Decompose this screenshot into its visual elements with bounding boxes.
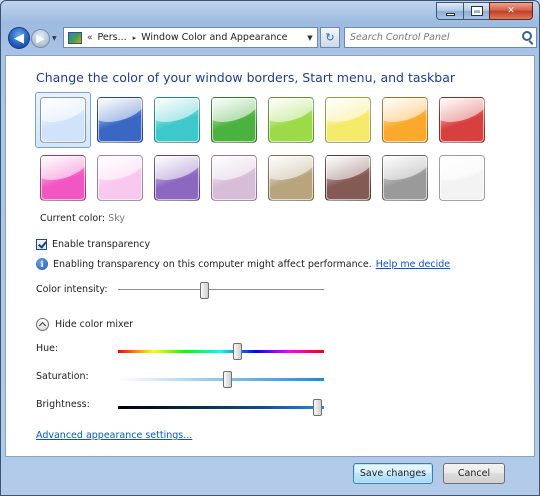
dialog-button-bar: Save changes Cancel (1, 457, 539, 495)
recent-pages-dropdown[interactable]: ▼ (52, 35, 57, 42)
color-swatch-twilight[interactable] (97, 97, 143, 143)
caption-buttons: ✕ (436, 2, 533, 20)
checkbox-checked-icon[interactable] (36, 239, 47, 250)
search-input[interactable] (345, 28, 515, 47)
refresh-icon: ↻ (325, 31, 335, 44)
color-swatch-violet[interactable] (154, 155, 200, 201)
info-icon: i (36, 258, 48, 270)
hue-track[interactable] (118, 350, 324, 353)
swatch-fill (40, 97, 86, 143)
color-intensity-label: Color intensity: (36, 284, 108, 295)
control-panel-icon (68, 31, 82, 44)
refresh-button[interactable]: ↻ (320, 27, 340, 48)
address-bar[interactable]: « Pers... ▸ Window Color and Appearance … (63, 27, 318, 48)
color-swatch-taupe[interactable] (268, 155, 314, 201)
color-intensity-track[interactable] (118, 290, 324, 291)
swatch-fill (97, 97, 143, 143)
swatch-fill (154, 155, 200, 201)
search-box[interactable] (344, 27, 537, 48)
swatch-fill (154, 97, 200, 143)
current-color-label: Current color: (40, 213, 106, 224)
back-button[interactable]: ◀ (8, 27, 30, 49)
enable-transparency-label[interactable]: Enable transparency (52, 239, 150, 250)
brightness-track[interactable] (118, 406, 324, 409)
info-text: Enabling transparency on this computer m… (53, 258, 372, 270)
swatch-fill (268, 155, 314, 201)
hue-slider-thumb[interactable] (232, 343, 242, 360)
maximize-icon (471, 7, 482, 15)
hide-color-mixer-toggle[interactable]: Hide color mixer (36, 318, 133, 331)
swatch-fill (211, 97, 257, 143)
color-swatch-pumpkin[interactable] (382, 97, 428, 143)
swatch-fill (382, 155, 428, 201)
hue-label: Hue: (36, 343, 59, 354)
maximize-button[interactable] (463, 2, 489, 20)
swatch-fill (439, 97, 485, 143)
close-button[interactable]: ✕ (489, 2, 533, 20)
close-icon: ✕ (507, 6, 515, 16)
window-frame: ✕ ◀ ▶ ▼ « Pers... ▸ Window Color and App… (0, 0, 540, 496)
current-color-value: Sky (108, 213, 125, 224)
brightness-label: Brightness: (36, 399, 90, 410)
swatch-fill (439, 155, 485, 201)
advanced-appearance-settings-link[interactable]: Advanced appearance settings... (36, 430, 192, 441)
swatch-fill (325, 97, 371, 143)
swatch-fill (211, 155, 257, 201)
swatch-fill (97, 155, 143, 201)
breadcrumb-overflow[interactable]: « (87, 33, 93, 43)
address-dropdown-icon[interactable]: ▼ (303, 34, 317, 42)
color-swatch-lemon[interactable] (325, 97, 371, 143)
search-icon[interactable] (522, 31, 532, 41)
breadcrumb-current[interactable]: Window Color and Appearance (141, 32, 287, 43)
brightness-slider-thumb[interactable] (313, 399, 323, 416)
help-me-decide-link[interactable]: Help me decide (376, 259, 450, 270)
color-swatch-blush[interactable] (97, 155, 143, 201)
color-intensity-slider-thumb[interactable] (200, 282, 210, 299)
back-arrow-icon: ◀ (14, 30, 24, 46)
color-swatch-frost[interactable] (439, 155, 485, 201)
content-pane: Change the color of your window borders,… (5, 55, 535, 457)
color-swatch-lime[interactable] (268, 97, 314, 143)
color-swatch-chocolate[interactable] (325, 155, 371, 201)
page-title: Change the color of your window borders,… (36, 70, 456, 85)
current-color: Current color: Sky (40, 213, 125, 224)
minimize-icon (445, 12, 455, 16)
forward-arrow-icon: ▶ (36, 32, 45, 45)
minimize-button[interactable] (436, 2, 463, 20)
saturation-label: Saturation: (36, 371, 89, 382)
saturation-track[interactable] (118, 378, 324, 381)
navigation-bar: ◀ ▶ ▼ « Pers... ▸ Window Color and Appea… (5, 26, 537, 50)
transparency-info: i Enabling transparency on this computer… (36, 258, 450, 270)
color-swatch-sea[interactable] (154, 97, 200, 143)
saturation-slider-thumb[interactable] (222, 371, 232, 388)
breadcrumb-separator-icon[interactable]: ▸ (133, 34, 137, 42)
swatch-fill (382, 97, 428, 143)
color-swatch-slate[interactable] (382, 155, 428, 201)
save-changes-button[interactable]: Save changes (353, 463, 433, 484)
color-swatch-lavender[interactable] (211, 155, 257, 201)
chevron-up-icon[interactable] (36, 318, 49, 331)
color-swatch-leaf[interactable] (211, 97, 257, 143)
swatch-fill (268, 97, 314, 143)
cancel-button[interactable]: Cancel (443, 463, 505, 484)
enable-transparency-checkbox[interactable]: Enable transparency (36, 239, 150, 250)
swatch-fill (325, 155, 371, 201)
hide-color-mixer-label[interactable]: Hide color mixer (55, 319, 133, 330)
swatch-fill (40, 155, 86, 201)
color-swatch-sky[interactable] (35, 92, 91, 148)
forward-button[interactable]: ▶ (31, 29, 50, 48)
color-swatch-fuchsia[interactable] (40, 155, 86, 201)
color-swatch-ruby[interactable] (439, 97, 485, 143)
breadcrumb-personalization[interactable]: Pers... (98, 32, 127, 43)
